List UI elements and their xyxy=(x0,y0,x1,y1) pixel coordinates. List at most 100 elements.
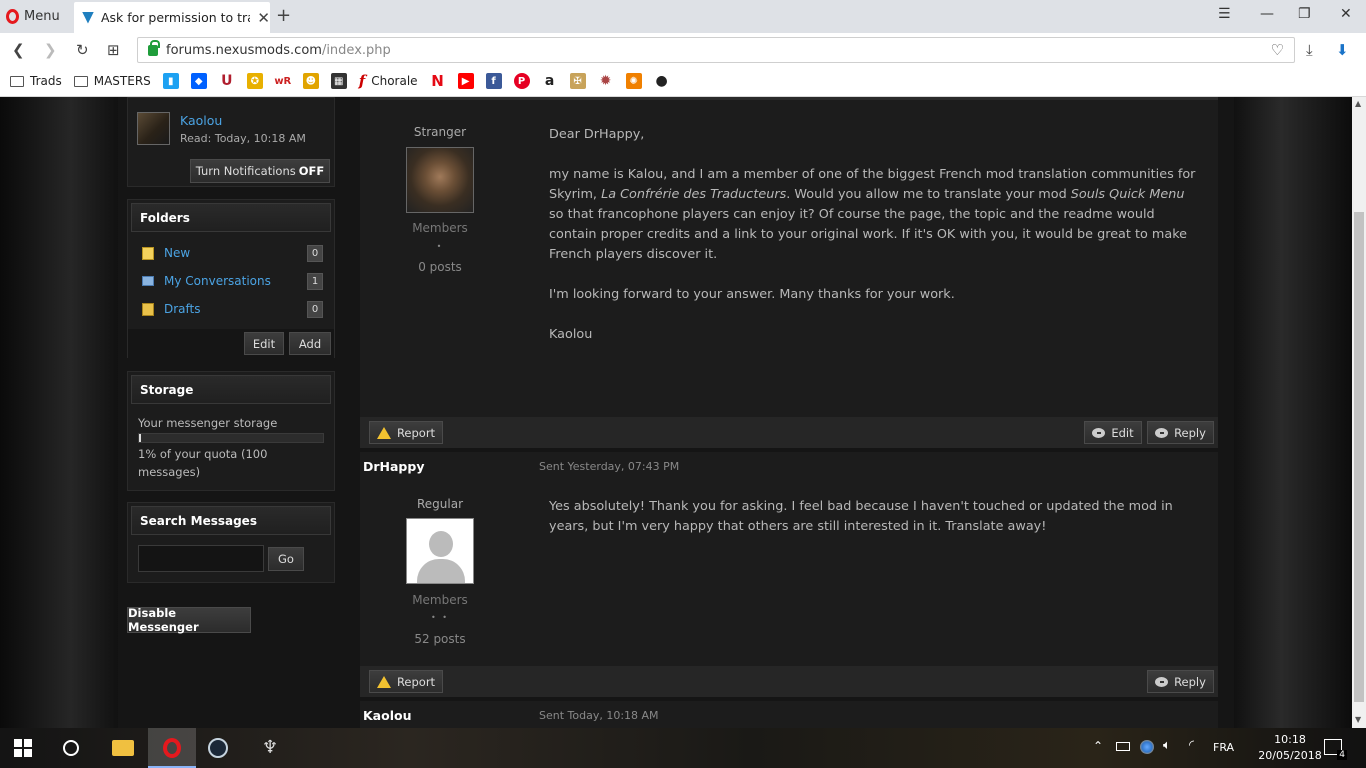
opera-menu-button[interactable]: Menu xyxy=(6,6,60,26)
windows-start-icon[interactable] xyxy=(14,739,32,757)
bookmark-masters[interactable]: MASTERS xyxy=(73,74,151,88)
scroll-thumb[interactable] xyxy=(1354,212,1364,702)
new-tab-icon[interactable]: + xyxy=(276,5,291,26)
map-icon[interactable]: ✠ xyxy=(569,73,586,89)
wifi-icon[interactable]: ◜ xyxy=(1189,738,1194,753)
clock-time: 10:18 xyxy=(1274,733,1306,746)
storage-heading: Storage xyxy=(131,375,331,404)
scroll-up-icon[interactable]: ▲ xyxy=(1355,99,1361,108)
edit-folders-button[interactable]: Edit xyxy=(244,332,284,355)
amazon-icon[interactable]: a xyxy=(541,73,558,89)
folders-footer: Edit Add xyxy=(128,329,334,358)
download-icon[interactable]: ⤓ xyxy=(1306,41,1313,59)
browser-tab[interactable]: Ask for permission to tran ✕ xyxy=(74,2,270,33)
bookmark-label: Chorale xyxy=(371,74,418,88)
battery-icon[interactable] xyxy=(1116,742,1130,751)
netflix-icon[interactable]: N xyxy=(429,72,446,90)
search-go-button[interactable]: Go xyxy=(268,547,304,571)
folder-new[interactable]: New 0 xyxy=(128,239,334,267)
reload-icon[interactable]: ↻ xyxy=(76,41,89,59)
tray-chevron-icon[interactable]: ⌃ xyxy=(1093,739,1103,753)
close-window-icon[interactable]: ✕ xyxy=(1340,6,1352,22)
report-button[interactable]: Report xyxy=(369,670,443,693)
post-author[interactable]: DrHappy xyxy=(363,459,424,474)
default-avatar-head-icon xyxy=(429,531,453,557)
speed-dial-icon[interactable]: ⊞ xyxy=(107,41,120,59)
search-messages-input[interactable] xyxy=(138,545,264,572)
steam-icon[interactable] xyxy=(208,738,228,758)
file-explorer-icon[interactable] xyxy=(112,740,134,756)
pinterest-icon[interactable]: P xyxy=(513,73,530,89)
restore-icon[interactable]: ❐ xyxy=(1298,6,1311,22)
spider-icon[interactable]: ✹ xyxy=(597,73,614,89)
wordreference-icon[interactable]: wR xyxy=(274,73,291,89)
dropbox-icon[interactable]: ◆ xyxy=(190,73,207,89)
skyrim-icon[interactable]: ♆ xyxy=(262,737,282,758)
author-rank-pips: • • xyxy=(431,613,449,622)
close-tab-icon[interactable]: ✕ xyxy=(257,9,270,27)
bookmark-trads[interactable]: Trads xyxy=(10,74,62,88)
facebook-icon[interactable]: f xyxy=(485,73,502,89)
avatar[interactable] xyxy=(137,112,170,145)
post-1-signature: Kaolou xyxy=(549,327,593,342)
turn-notifications-off-button[interactable]: Turn Notifications OFF xyxy=(190,159,330,183)
document-icon xyxy=(142,246,154,260)
user-link[interactable]: Kaolou xyxy=(180,113,222,128)
post-author[interactable]: Kaolou xyxy=(363,708,411,723)
owl-icon[interactable]: ☻ xyxy=(302,73,319,89)
reply-button[interactable]: Reply xyxy=(1147,670,1214,693)
tab-menu-icon[interactable]: ☰ xyxy=(1218,6,1231,22)
post-2-body: Yes absolutely! Thank you for asking. I … xyxy=(549,499,1173,534)
back-icon[interactable]: ❮ xyxy=(12,41,25,59)
author-avatar[interactable] xyxy=(406,518,474,584)
bookmarks-bar: Trads MASTERS ▮ ◆ U ✪ wR ☻ ▦ f Chorale N… xyxy=(0,66,1366,97)
post-1-italic-community: La Confrérie des Traducteurs xyxy=(601,187,787,202)
storage-panel: Storage Your messenger storage 1% of you… xyxy=(127,371,335,491)
author-rank: Regular xyxy=(416,497,464,511)
clock[interactable]: 10:18 20/05/2018 xyxy=(1258,732,1322,764)
youtube-icon[interactable]: ▶ xyxy=(457,73,474,89)
folder-count: 1 xyxy=(307,272,323,290)
game-icon[interactable]: ✪ xyxy=(246,73,263,89)
sync-icon[interactable]: ⬇ xyxy=(1336,41,1349,59)
url-path: /index.php xyxy=(321,42,391,58)
volume-icon[interactable]: 🔈︎ xyxy=(1163,738,1171,753)
storage-quota-text: 1% of your quota (100 messages) xyxy=(138,445,267,481)
page-scrollbar[interactable]: ▲ ▼ xyxy=(1352,97,1366,728)
windows-taskbar: ♆ ⌃ 🔈︎ ◜ FRA 10:18 20/05/2018 4 xyxy=(0,728,1366,768)
author-avatar[interactable] xyxy=(406,147,474,213)
sun-icon[interactable]: ✺ xyxy=(625,73,642,89)
action-center-icon[interactable]: 4 xyxy=(1324,739,1347,760)
reply-label: Reply xyxy=(1174,425,1206,440)
reply-button[interactable]: Reply xyxy=(1147,421,1214,444)
storage-progress-fill xyxy=(139,434,141,442)
pixel-icon[interactable]: ▦ xyxy=(330,73,347,89)
add-folder-button[interactable]: Add xyxy=(289,332,331,355)
input-language[interactable]: FRA xyxy=(1213,741,1234,754)
post-date: Sent Today, 10:18 AM xyxy=(539,709,659,722)
u-logo-icon[interactable]: U xyxy=(218,73,235,89)
bookmark-heart-icon[interactable]: ♡ xyxy=(1271,41,1284,59)
bookmark-chorale[interactable]: f Chorale xyxy=(359,72,418,90)
report-button[interactable]: Report xyxy=(369,421,443,444)
opera-taskbar-icon xyxy=(163,738,181,758)
lock-icon xyxy=(148,39,160,56)
forward-icon[interactable]: ❯ xyxy=(44,41,57,59)
warning-icon xyxy=(376,675,391,688)
chrome-tray-icon[interactable] xyxy=(1140,740,1154,754)
cortana-icon[interactable] xyxy=(63,740,79,756)
batman-icon[interactable]: ● xyxy=(653,73,670,89)
edit-post-button[interactable]: Edit xyxy=(1084,421,1142,444)
read-status: Read: Today, 10:18 AM xyxy=(180,132,306,145)
post-1-actions: Report Edit Reply xyxy=(360,417,1218,448)
folder-my-conversations[interactable]: My Conversations 1 xyxy=(128,267,334,295)
opera-taskbar-button[interactable] xyxy=(148,728,196,768)
conversation-user-box: Kaolou Read: Today, 10:18 AM Turn Notifi… xyxy=(127,97,335,187)
url-field[interactable]: forums.nexusmods.com/index.php ♡ xyxy=(137,37,1295,63)
author-group: Members xyxy=(412,221,468,235)
minimize-icon[interactable]: — xyxy=(1260,6,1274,22)
disable-messenger-button[interactable]: Disable Messenger xyxy=(127,606,251,634)
folder-drafts[interactable]: Drafts 0 xyxy=(128,295,334,323)
trello-icon[interactable]: ▮ xyxy=(162,73,179,89)
scroll-down-icon[interactable]: ▼ xyxy=(1355,715,1361,724)
